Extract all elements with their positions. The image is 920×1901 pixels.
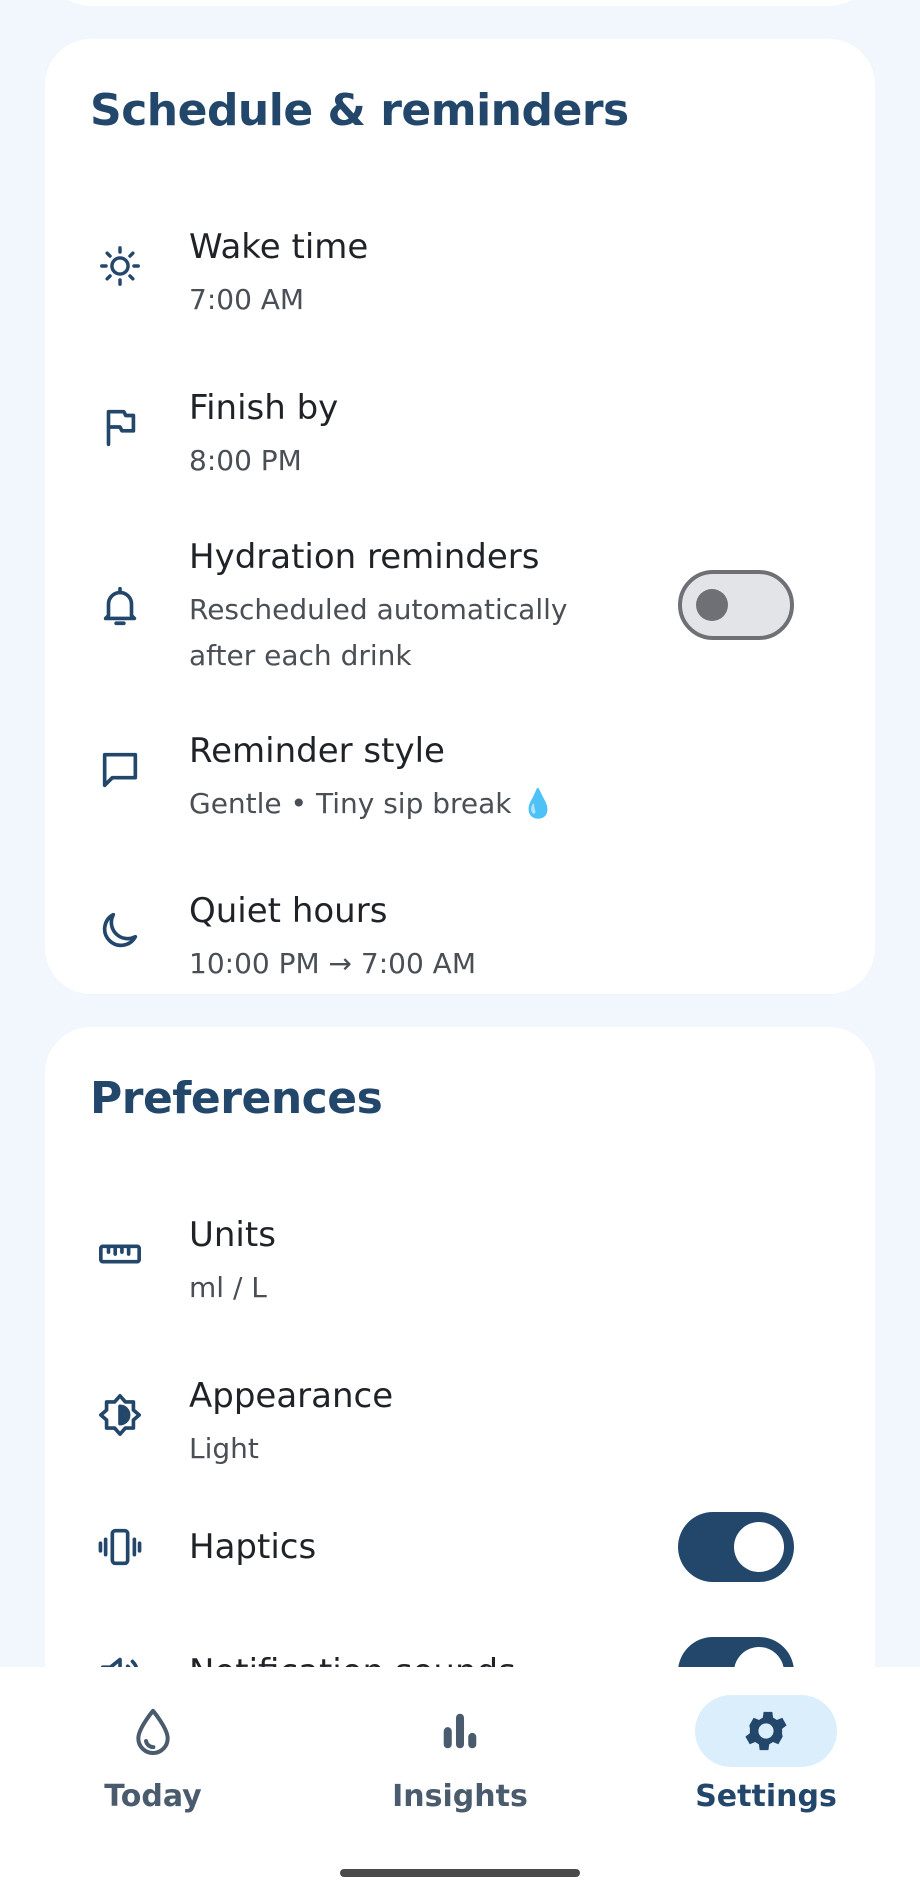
haptics-row[interactable]: Haptics	[45, 1497, 875, 1597]
hydration-reminders-row[interactable]: Hydration reminders Rescheduled automati…	[45, 499, 875, 674]
wake-time-value: 7:00 AM	[189, 283, 305, 316]
hydration-reminders-description: Rescheduled automatically after each dri…	[189, 593, 568, 672]
toggle-knob	[734, 1522, 784, 1572]
schedule-section-title: Schedule & reminders	[90, 85, 629, 136]
reminder-style-text: Gentle • Tiny sip break	[189, 787, 512, 820]
wake-time-row[interactable]: Wake time 7:00 AM	[45, 189, 875, 316]
bottom-navigation: Today Insights Settings	[0, 1667, 920, 1901]
vibration-icon	[97, 1524, 143, 1570]
bell-icon	[97, 583, 143, 629]
hydration-reminders-label: Hydration reminders	[189, 537, 540, 577]
reminder-style-label: Reminder style	[189, 731, 445, 771]
units-value: ml / L	[189, 1271, 267, 1304]
home-indicator[interactable]	[340, 1869, 580, 1877]
water-drop-icon	[117, 1695, 189, 1767]
preferences-section-title: Preferences	[90, 1073, 383, 1124]
reminder-style-row[interactable]: Reminder style Gentle • Tiny sip break 💧	[45, 693, 875, 820]
units-row[interactable]: Units ml / L	[45, 1177, 875, 1304]
schedule-card: Schedule & reminders Wake time 7:00 AM F…	[45, 39, 875, 994]
flag-icon	[97, 404, 143, 450]
brightness-icon	[97, 1392, 143, 1438]
sun-icon	[97, 243, 143, 289]
quiet-hours-value: 10:00 PM → 7:00 AM	[189, 947, 476, 980]
haptics-toggle[interactable]	[678, 1512, 794, 1582]
preferences-card: Preferences Units ml / L Appearance Ligh…	[45, 1027, 875, 1727]
nav-tab-today[interactable]: Today	[53, 1667, 253, 1827]
wake-time-label: Wake time	[189, 227, 369, 267]
nav-tab-insights[interactable]: Insights	[360, 1667, 560, 1827]
toggle-knob	[696, 589, 728, 621]
quiet-hours-label: Quiet hours	[189, 891, 388, 931]
ruler-icon	[97, 1231, 143, 1277]
finish-by-row[interactable]: Finish by 8:00 PM	[45, 350, 875, 477]
nav-label-insights: Insights	[392, 1779, 528, 1814]
quiet-hours-row[interactable]: Quiet hours 10:00 PM → 7:00 AM	[45, 853, 875, 980]
appearance-row[interactable]: Appearance Light	[45, 1338, 875, 1465]
moon-icon	[97, 907, 143, 953]
reminder-style-value: Gentle • Tiny sip break 💧	[189, 781, 669, 827]
message-bubble-icon	[97, 747, 143, 793]
water-drop-emoji: 💧	[520, 787, 556, 820]
nav-label-settings: Settings	[695, 1779, 837, 1814]
haptics-label: Haptics	[189, 1527, 317, 1567]
finish-by-value: 8:00 PM	[189, 444, 302, 477]
hydration-reminders-toggle[interactable]	[678, 570, 794, 640]
previous-card-edge	[45, 0, 875, 6]
bar-chart-icon	[424, 1695, 496, 1767]
nav-label-today: Today	[104, 1779, 202, 1814]
units-label: Units	[189, 1215, 276, 1255]
appearance-value: Light	[189, 1432, 259, 1465]
gear-icon	[695, 1695, 837, 1767]
nav-tab-settings[interactable]: Settings	[666, 1667, 866, 1827]
finish-by-label: Finish by	[189, 388, 339, 428]
appearance-label: Appearance	[189, 1376, 394, 1416]
